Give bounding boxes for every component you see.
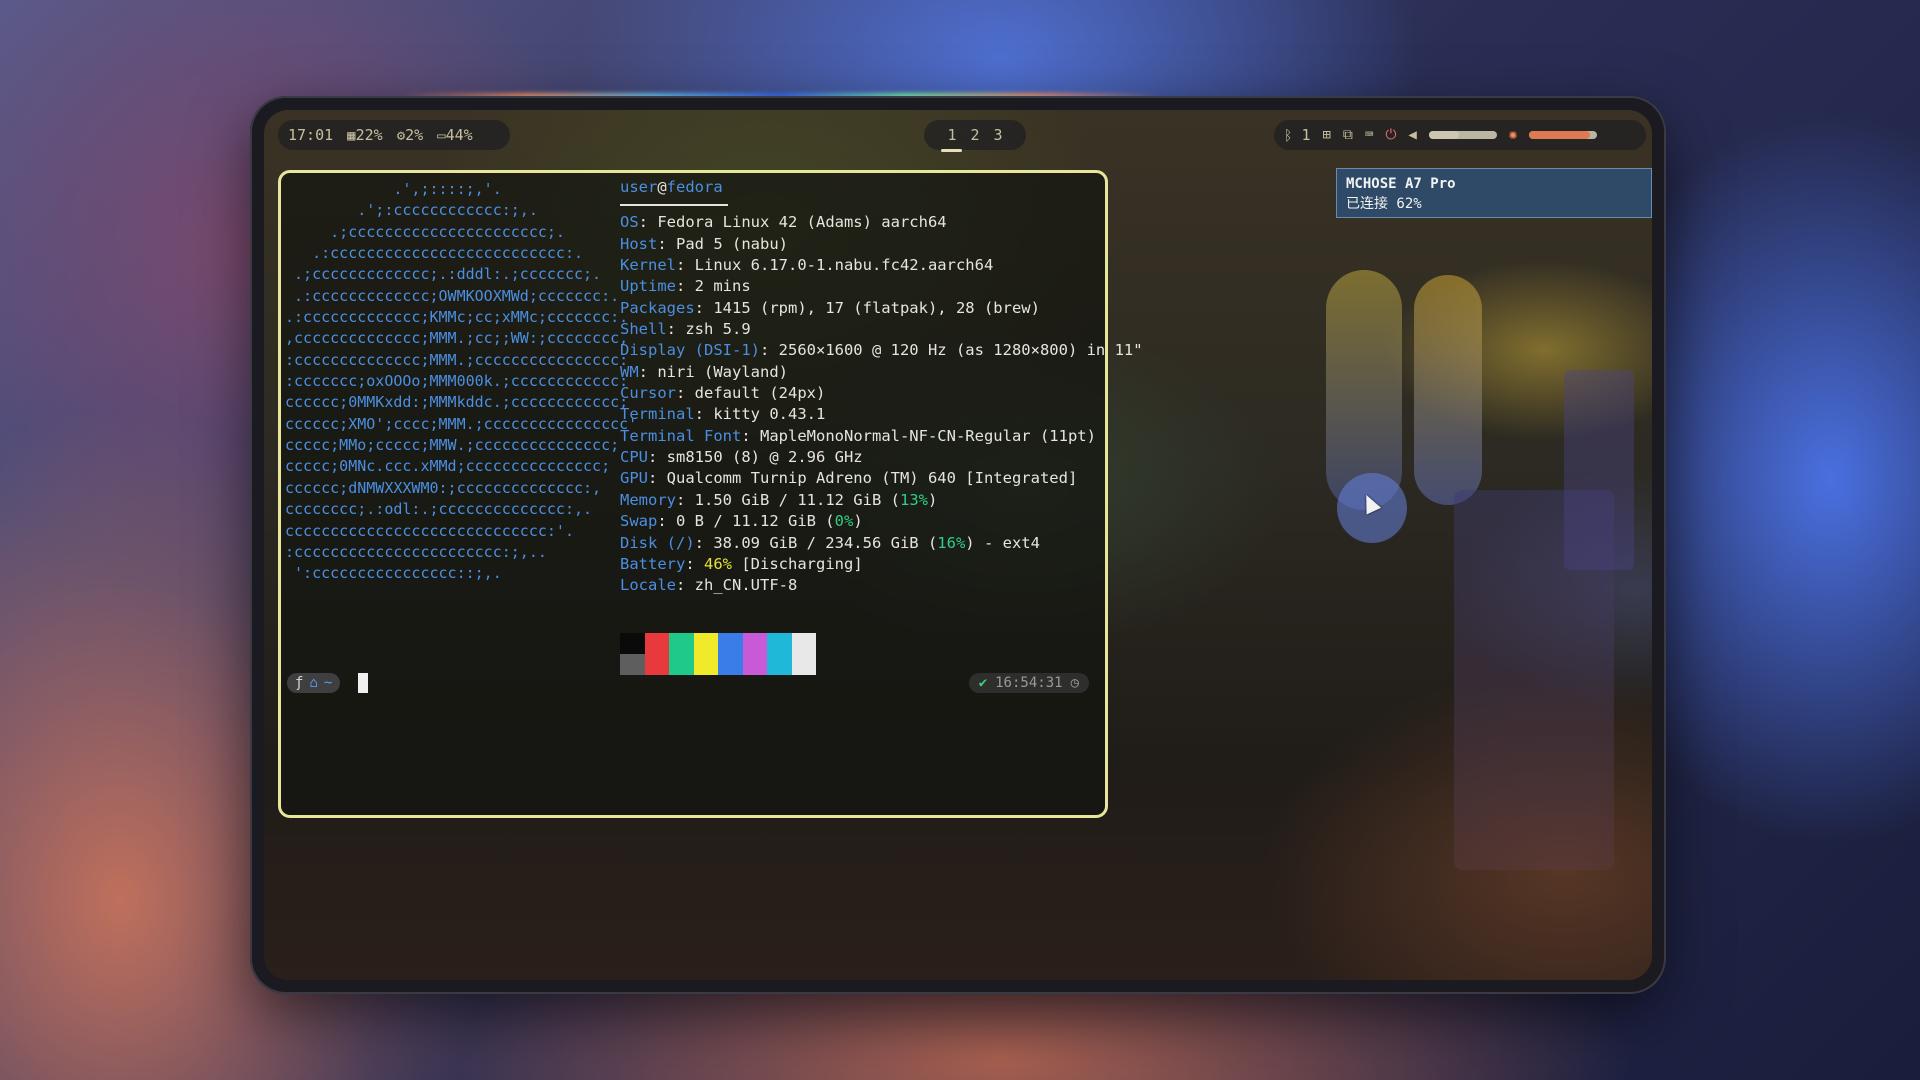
info-row: Host: Pad 5 (nabu): [620, 234, 788, 253]
user-host-title: user@fedora: [620, 178, 723, 196]
fastfetch-info: user@fedora OS: Fedora Linux 42 (Adams) …: [620, 177, 1143, 597]
color-swatch: [791, 633, 816, 675]
info-row-memory: Memory: 1.50 GiB / 11.12 GiB (13%): [620, 490, 938, 509]
brightness-slider[interactable]: [1529, 131, 1598, 139]
battery-icon: ▭: [437, 128, 446, 144]
fedora-icon: ƒ: [295, 675, 304, 691]
info-row: WM: niri (Wayland): [620, 362, 788, 381]
fedora-ascii-logo: .',;::::;,'. .';:cccccccccccc:;,. .;cccc…: [285, 180, 638, 583]
bluetooth-notification[interactable]: MCHOSE A7 Pro 已连接 62%: [1336, 168, 1652, 218]
cpu-icon: ⚙: [396, 128, 406, 144]
right-prompt: ✔ 16:54:31 ◷: [968, 673, 1089, 693]
info-row-swap: Swap: 0 B / 11.12 GiB (0%): [620, 512, 863, 531]
color-swatch: [644, 633, 669, 675]
bluetooth-indicator[interactable]: ᛒ 1: [1284, 126, 1310, 144]
tablet-frame: 17:01 ▦22% ⚙2% ▭44% 123 ᛒ 1 ⊞ ⧉ ⌨ ⏻ ◀ ✺ …: [250, 96, 1666, 994]
display-icon[interactable]: ⧉: [1343, 127, 1353, 143]
clock-icon: ◷: [1070, 675, 1079, 691]
notification-body: 已连接 62%: [1346, 196, 1422, 212]
battery-indicator[interactable]: ▭44%: [437, 126, 473, 144]
status-bar-left: 17:01 ▦22% ⚙2% ▭44%: [278, 120, 510, 150]
color-swatch: [767, 633, 792, 675]
network-icon[interactable]: ⊞: [1322, 127, 1330, 143]
color-swatch: [718, 633, 743, 675]
current-dir: ~: [323, 675, 333, 691]
desktop-screen: 17:01 ▦22% ⚙2% ▭44% 123 ᛒ 1 ⊞ ⧉ ⌨ ⏻ ◀ ✺ …: [264, 110, 1652, 980]
memory-indicator[interactable]: ▦22%: [347, 126, 383, 144]
color-swatch: [620, 633, 645, 675]
info-row: Cursor: default (24px): [620, 384, 826, 403]
terminal-window[interactable]: .',;::::;,'. .';:cccccccccccc:;,. .;cccc…: [278, 170, 1143, 818]
cpu-indicator[interactable]: ⚙2%: [397, 126, 424, 144]
title-separator: [620, 204, 728, 207]
info-row: Terminal: kitty 0.43.1: [620, 405, 826, 424]
volume-icon[interactable]: ◀: [1408, 127, 1416, 143]
power-icon[interactable]: ⏻: [1385, 127, 1396, 143]
info-row: Packages: 1415 (rpm), 17 (flatpak), 28 (…: [620, 298, 1040, 317]
shell-prompt[interactable]: ƒ ⌂ ~: [287, 673, 369, 693]
prompt-time: 16:54:31: [995, 675, 1063, 691]
info-row: CPU: sm8150 (8) @ 2.96 GHz: [620, 448, 863, 467]
success-check-icon: ✔: [978, 675, 988, 691]
info-row-disk: Disk (/): 38.09 GiB / 234.56 GiB (16%) -…: [620, 533, 1040, 552]
info-row: Uptime: 2 mins: [620, 277, 751, 296]
color-palette: [620, 633, 816, 675]
keyboard-icon[interactable]: ⌨: [1365, 127, 1373, 143]
info-row: Terminal Font: MapleMonoNormal-NF-CN-Reg…: [620, 426, 1096, 445]
bluetooth-icon: ᛒ: [1284, 128, 1293, 144]
color-swatch: [742, 633, 767, 675]
info-row: Display (DSI-1): 2560×1600 @ 120 Hz (as …: [620, 341, 1143, 360]
prompt-segment: ƒ ⌂ ~: [287, 673, 341, 693]
text-cursor: [358, 673, 369, 693]
info-row: GPU: Qualcomm Turnip Adreno (TM) 640 [In…: [620, 469, 1078, 488]
color-swatch: [669, 633, 694, 675]
workspace-switcher: 123: [924, 120, 1026, 152]
info-row-battery: Battery: 46% [Discharging]: [620, 554, 863, 573]
workspace-2[interactable]: 2: [970, 126, 979, 144]
memory-icon: ▦: [347, 128, 356, 144]
wallpaper-detail: [1414, 275, 1482, 505]
brightness-icon[interactable]: ✺: [1509, 127, 1517, 143]
notification-title: MCHOSE A7 Pro: [1346, 176, 1456, 192]
clock[interactable]: 17:01: [288, 126, 333, 144]
volume-slider[interactable]: [1428, 131, 1497, 139]
wallpaper-detail: [1564, 370, 1634, 570]
color-swatch: [693, 633, 718, 675]
home-icon: ⌂: [309, 675, 318, 691]
info-row: Kernel: Linux 6.17.0-1.nabu.fc42.aarch64: [620, 256, 994, 275]
workspace-3[interactable]: 3: [994, 126, 1003, 144]
info-row-locale: Locale: zh_CN.UTF-8: [620, 576, 798, 595]
workspace-1[interactable]: 1: [941, 126, 963, 152]
info-row: OS: Fedora Linux 42 (Adams) aarch64: [620, 213, 947, 232]
status-bar-right: ᛒ 1 ⊞ ⧉ ⌨ ⏻ ◀ ✺: [1274, 120, 1646, 150]
info-row: Shell: zsh 5.9: [620, 320, 751, 339]
